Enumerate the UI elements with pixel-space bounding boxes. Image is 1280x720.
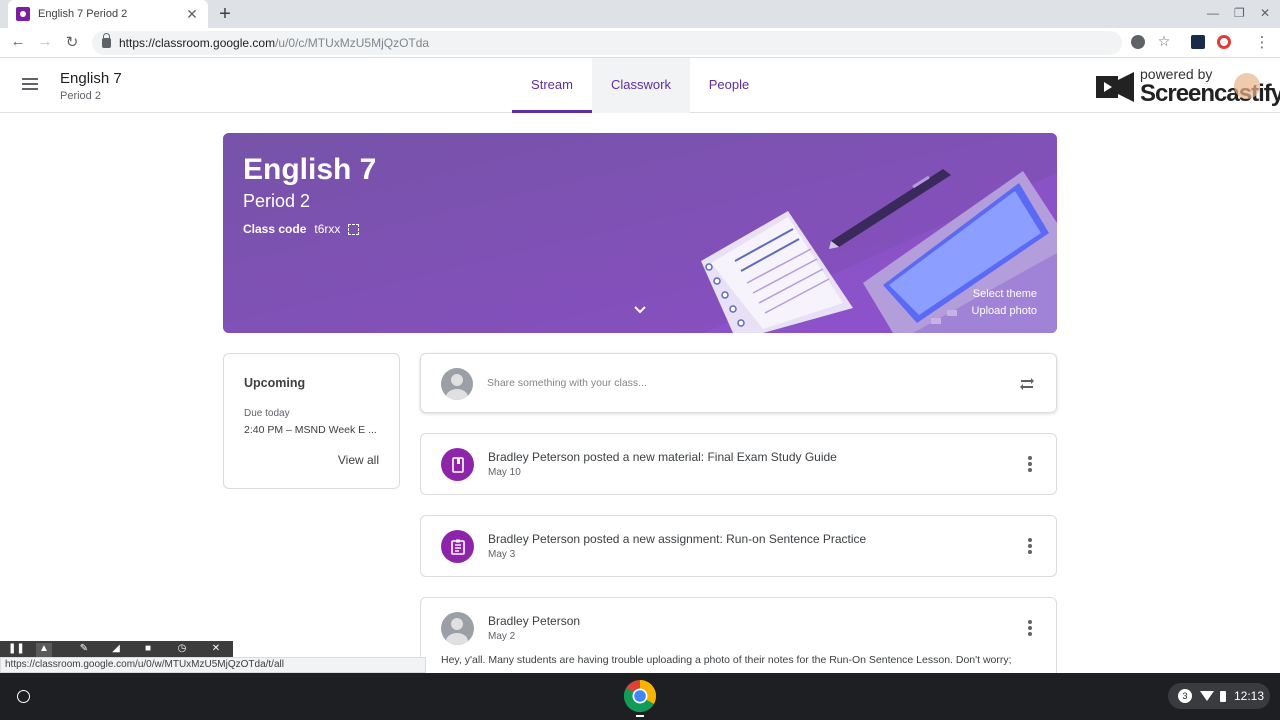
eraser-icon[interactable]: ◢ [108, 643, 124, 657]
more-options-icon[interactable] [1028, 538, 1032, 554]
wifi-icon [1200, 691, 1214, 701]
close-controls-icon[interactable]: ✕ [208, 643, 224, 657]
select-theme-link[interactable]: Select theme [973, 288, 1037, 300]
post-date: May 3 [488, 549, 516, 560]
pen-tool-icon[interactable]: ✎ [76, 643, 92, 657]
classroom-header: English 7 Period 2 Stream Classwork Peop… [0, 58, 1280, 113]
stream-post[interactable]: Bradley Peterson posted a new material: … [420, 433, 1057, 495]
share-box[interactable]: Share something with your class... [420, 353, 1057, 413]
classroom-favicon-icon [16, 7, 30, 21]
browser-tab[interactable]: English 7 Period 2 ✕ [8, 0, 208, 28]
pause-icon[interactable]: ❚❚ [8, 643, 25, 657]
screen: English 7 Period 2 ✕ + — ❐ ✕ ← → ↻ https… [0, 0, 1280, 720]
due-today-label: Due today [244, 408, 290, 419]
lock-icon [102, 33, 111, 48]
pointer-icon[interactable]: ▲ [36, 643, 52, 657]
user-avatar [441, 368, 473, 400]
share-placeholder[interactable]: Share something with your class... [487, 377, 647, 389]
more-options-icon[interactable] [1028, 456, 1032, 472]
url-host: https://classroom.google.com [119, 36, 276, 50]
chrome-menu-icon[interactable]: ⋮ [1252, 33, 1272, 51]
restore-icon[interactable]: ❐ [1234, 6, 1245, 20]
upcoming-card: Upcoming Due today 2:40 PM – MSND Week E… [223, 353, 400, 489]
screencastify-extension-icon[interactable] [1217, 35, 1231, 49]
browser-toolbar: ← → ↻ https://classroom.google.com /u/0/… [0, 28, 1280, 58]
author-avatar [441, 612, 474, 645]
screencastify-logo-icon [1096, 72, 1134, 102]
minimize-icon[interactable]: — [1207, 6, 1219, 20]
incognito-extension-icon[interactable] [1131, 35, 1145, 49]
post-author: Bradley Peterson [488, 614, 581, 628]
browser-tab-strip: English 7 Period 2 ✕ + — ❐ ✕ [0, 0, 1280, 28]
status-tray[interactable]: 3 12:13 [1168, 683, 1270, 709]
class-code-value: t6rxx [314, 222, 341, 236]
forward-icon[interactable]: → [35, 33, 55, 50]
recording-controls: ❚❚ ▲ ✎ ◢ ■ ◷ ✕ [0, 641, 233, 657]
reuse-post-icon[interactable] [1018, 375, 1036, 393]
class-banner: English 7 Period 2 Class code t6rxx Sele… [223, 133, 1057, 333]
material-icon [441, 448, 474, 481]
upcoming-item[interactable]: 2:40 PM – MSND Week E ... [244, 424, 377, 436]
post-body: Hey, y'all. Many students are having tro… [441, 654, 1012, 666]
active-app-indicator [636, 715, 644, 717]
battery-icon [1220, 690, 1226, 702]
extension-icon[interactable] [1191, 35, 1205, 49]
clock: 12:13 [1234, 689, 1265, 703]
chrome-icon[interactable] [623, 679, 657, 713]
fullscreen-code-icon[interactable] [348, 223, 360, 235]
post-date: May 10 [488, 467, 521, 478]
upcoming-title: Upcoming [244, 376, 306, 390]
class-name[interactable]: English 7 [60, 70, 122, 87]
timer-icon[interactable]: ◷ [174, 643, 190, 657]
bookmark-star-icon[interactable]: ☆ [1154, 33, 1174, 50]
new-tab-button[interactable]: + [214, 3, 236, 25]
more-options-icon[interactable] [1028, 620, 1032, 636]
class-code-label: Class code [243, 222, 307, 236]
assignment-icon [441, 530, 474, 563]
main-menu-icon[interactable] [22, 78, 38, 90]
address-bar[interactable]: https://classroom.google.com /u/0/c/MTUx… [92, 31, 1122, 55]
tab-title: English 7 Period 2 [38, 8, 128, 20]
post-title[interactable]: Bradley Peterson posted a new material: … [488, 450, 837, 464]
view-all-link[interactable]: View all [338, 453, 379, 467]
close-tab-icon[interactable]: ✕ [184, 6, 200, 23]
banner-section: Period 2 [243, 191, 311, 211]
class-code: Class code t6rxx [243, 222, 360, 236]
account-avatar[interactable] [1234, 73, 1260, 99]
tab-stream[interactable]: Stream [512, 58, 592, 113]
upload-photo-link[interactable]: Upload photo [972, 305, 1037, 317]
tab-classwork[interactable]: Classwork [592, 58, 690, 113]
os-shelf: 3 12:13 [0, 673, 1280, 720]
close-window-icon[interactable]: ✕ [1260, 6, 1270, 20]
back-icon[interactable]: ← [8, 33, 28, 50]
tab-people[interactable]: People [690, 58, 768, 113]
camera-icon[interactable]: ■ [140, 643, 156, 657]
post-title[interactable]: Bradley Peterson posted a new assignment… [488, 532, 866, 546]
launcher-icon[interactable] [17, 690, 30, 703]
notification-count: 3 [1178, 689, 1192, 703]
banner-class-name: English 7 [243, 153, 377, 186]
link-status-bar: https://classroom.google.com/u/0/w/MTUxM… [0, 657, 426, 673]
url-path: /u/0/c/MTUxMzU5MjQzOTda [275, 36, 430, 50]
post-date: May 2 [488, 631, 516, 642]
stream-post[interactable]: Bradley Peterson posted a new assignment… [420, 515, 1057, 577]
reload-icon[interactable]: ↻ [62, 33, 82, 51]
class-section: Period 2 [60, 90, 101, 102]
